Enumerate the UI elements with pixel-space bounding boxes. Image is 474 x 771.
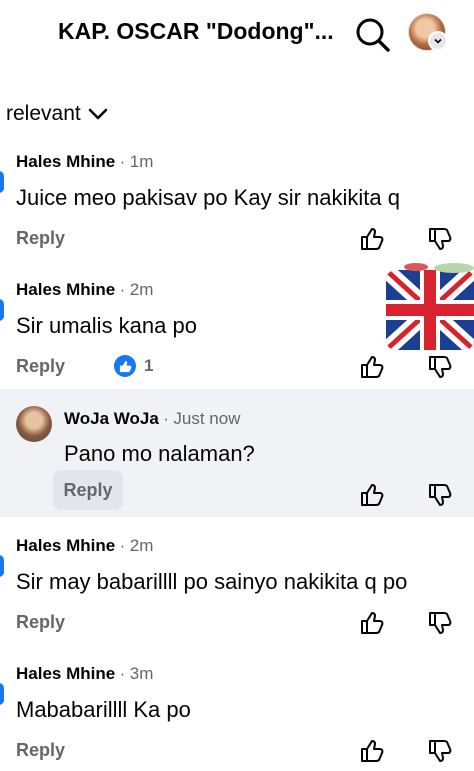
top-bar: KAP. OSCAR "Dodong"... <box>0 0 474 76</box>
reply-label: Reply <box>63 479 113 500</box>
thumbs-up-icon[interactable] <box>359 738 385 764</box>
thumbs-up-icon[interactable] <box>359 354 385 380</box>
comment-text: Juice meo pakisav po Kay sir nakikita q <box>16 185 400 210</box>
comment-author[interactable]: Hales Mhine <box>16 152 115 171</box>
separator: · <box>119 280 126 299</box>
comment-text: Pano mo nalaman? <box>64 441 255 466</box>
comment-indicator <box>0 171 4 193</box>
comment-indicator <box>0 299 4 321</box>
like-reaction-icon <box>114 355 136 377</box>
reaction-summary[interactable]: 1 <box>114 355 153 377</box>
comment-time: 2m <box>129 536 154 555</box>
comment-author[interactable]: Hales Mhine <box>16 280 115 299</box>
comment-author[interactable]: Hales Mhine <box>16 664 115 683</box>
separator: · <box>119 664 126 683</box>
avatar[interactable] <box>16 406 52 442</box>
separator: · <box>119 536 126 555</box>
thumbs-down-icon[interactable] <box>427 226 453 252</box>
reply-comment: WoJa WoJa · Just now Pano mo nalaman? Re… <box>0 389 474 517</box>
comment-text: Mababarillll Ka po <box>16 697 191 722</box>
chevron-down-icon <box>88 108 108 120</box>
separator: · <box>119 152 126 171</box>
thumbs-up-icon[interactable] <box>359 482 385 508</box>
page-title[interactable]: KAP. OSCAR "Dodong"... <box>58 18 343 45</box>
comment-time: 1m <box>129 152 154 171</box>
separator: · <box>163 409 169 428</box>
sort-dropdown[interactable]: relevant <box>6 102 109 126</box>
reply-button[interactable]: Reply <box>53 470 123 510</box>
reply-button[interactable]: Reply <box>16 356 65 377</box>
uk-flag-sticker[interactable] <box>384 262 474 358</box>
profile-menu[interactable] <box>408 13 448 53</box>
comment: Hales Mhine · 2m Sir may babarillll po s… <box>0 530 474 648</box>
comment-author[interactable]: Hales Mhine <box>16 536 115 555</box>
reply-button[interactable]: Reply <box>16 612 65 633</box>
comment: Hales Mhine · 1m Juice meo pakisav po Ka… <box>0 146 474 264</box>
thumbs-up-icon[interactable] <box>359 610 385 636</box>
thumbs-down-icon[interactable] <box>427 738 453 764</box>
sort-label: relevant <box>6 102 81 125</box>
thumbs-up-icon[interactable] <box>359 226 385 252</box>
comment: Hales Mhine · 3m Mababarillll Ka po Repl… <box>0 658 474 771</box>
thumbs-down-icon[interactable] <box>427 610 453 636</box>
chevron-down-icon <box>428 31 448 51</box>
comment-time: 3m <box>129 664 154 683</box>
search-button[interactable] <box>352 14 392 54</box>
comment-author[interactable]: WoJa WoJa <box>64 409 159 428</box>
reply-button[interactable]: Reply <box>16 740 65 761</box>
comment-time: Just now <box>173 409 241 428</box>
comment-indicator <box>0 555 4 577</box>
thumbs-down-icon[interactable] <box>427 482 453 508</box>
reaction-count: 1 <box>144 356 154 375</box>
comment-text: Sir umalis kana po <box>16 313 197 338</box>
comment-indicator <box>0 683 4 705</box>
comment-time: 2m <box>129 280 154 299</box>
reply-button[interactable]: Reply <box>16 228 65 249</box>
comment-text: Sir may babarillll po sainyo nakikita q … <box>16 569 408 594</box>
search-icon <box>356 18 390 52</box>
